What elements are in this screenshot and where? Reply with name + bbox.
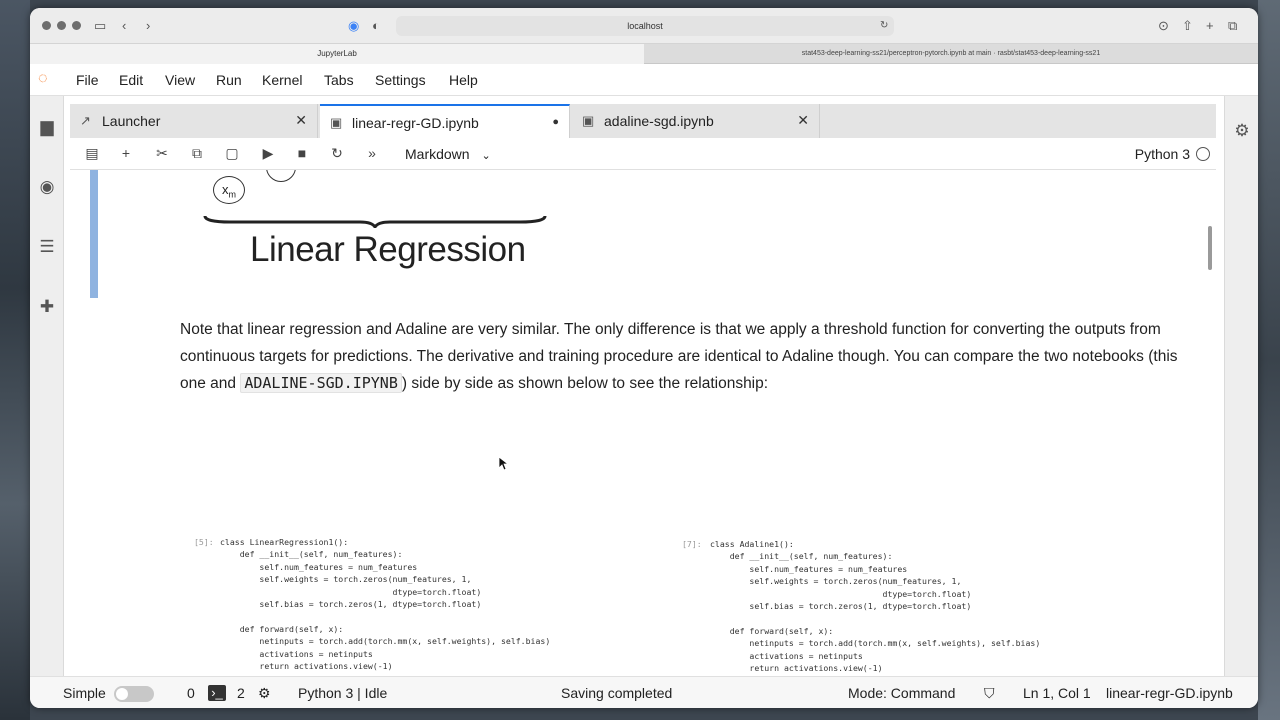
reload-icon[interactable]: ↻ — [880, 17, 888, 35]
diagram-title: Linear Regression — [250, 230, 526, 269]
menu-file[interactable]: File — [76, 72, 99, 88]
browser-tab-label: stat453-deep-learning-ss21/perceptron-py… — [801, 50, 1101, 57]
save-status: Saving completed — [561, 685, 673, 701]
menu-help[interactable]: Help — [449, 72, 478, 88]
code-image-right: class Adaline1(): def __init__(self, num… — [710, 539, 1041, 674]
restart-icon[interactable]: ↻ — [327, 145, 347, 162]
tab-launcher[interactable]: ↗ Launcher ✕ — [70, 104, 318, 138]
download-icon[interactable]: ⊙ — [1158, 17, 1169, 35]
share-icon[interactable]: ⇧ — [1182, 17, 1193, 35]
shield-icon[interactable]: ◐ — [372, 17, 380, 35]
browser-window: ▭ ‹ › ◉ ◐ localhost ↻ ⊙ ⇧ + ⧉ JupyterLab… — [30, 8, 1258, 708]
back-icon[interactable]: ‹ — [122, 17, 126, 35]
jupyter-logo-icon: ◌ — [38, 70, 48, 87]
menu-settings[interactable]: Settings — [375, 72, 426, 88]
tab-adaline-sgd[interactable]: ▣ adaline-sgd.ipynb ✕ — [572, 104, 820, 138]
run-all-icon[interactable]: » — [362, 145, 382, 161]
status-bar: Simple 0 ›_ 2 ⚙ Python 3 | Idle Saving c… — [30, 676, 1258, 708]
brace-shape — [203, 215, 547, 228]
new-tab-icon[interactable]: + — [1206, 17, 1214, 35]
kernel-status[interactable]: Python 3 | Idle — [298, 685, 387, 701]
current-filename: linear-regr-GD.ipynb — [1106, 685, 1233, 701]
url-text: localhost — [627, 21, 663, 31]
diagram-node-shape — [266, 170, 296, 182]
right-sidebar: ⚙ — [1224, 96, 1258, 676]
notebook-panel[interactable]: xm Linear Regression Note that linear re… — [70, 170, 1216, 676]
simple-mode-toggle[interactable] — [114, 686, 154, 702]
kernel-status-icon — [1196, 147, 1210, 161]
markdown-paragraph: Note that linear regression and Adaline … — [180, 316, 1180, 397]
simple-mode-label: Simple — [63, 685, 106, 701]
add-cell-icon[interactable]: + — [116, 145, 136, 161]
menu-kernel[interactable]: Kernel — [262, 72, 302, 88]
extension-icon[interactable]: ✚ — [36, 296, 58, 318]
desktop-background-left — [0, 0, 30, 720]
property-inspector-icon[interactable]: ⚙ — [1231, 120, 1253, 142]
paste-icon[interactable]: ▢ — [222, 145, 242, 162]
close-icon[interactable]: ✕ — [295, 112, 307, 129]
inline-code: adaline-sgd.ipynb — [240, 373, 402, 393]
desktop-background-right — [1258, 0, 1280, 720]
menu-edit[interactable]: Edit — [119, 72, 143, 88]
diagram-node-subscript: m — [228, 189, 237, 200]
terminal-icon[interactable]: ›_ — [208, 685, 226, 701]
mouse-cursor-icon — [498, 456, 510, 471]
running-icon[interactable]: ◉ — [36, 176, 58, 198]
chevron-down-icon: ⌄ — [481, 150, 491, 162]
notebook-icon: ▣ — [582, 113, 595, 128]
close-icon[interactable]: ✕ — [797, 112, 809, 129]
trusted-shield-icon[interactable]: ⛉ — [984, 685, 995, 702]
table-of-contents-icon[interactable]: ☰ — [36, 236, 58, 258]
paragraph-text: ) side by side as shown below to see the… — [401, 375, 769, 392]
minimize-window-button[interactable] — [57, 21, 66, 30]
save-icon[interactable]: ▤ — [82, 145, 102, 162]
code-prompt-left: [5]: — [194, 537, 214, 547]
privacy-icon[interactable]: ◉ — [348, 17, 359, 35]
copy-icon[interactable]: ⧉ — [187, 145, 207, 162]
kernel-chip-icon[interactable]: ⚙ — [258, 685, 271, 702]
menu-bar: ◌ File Edit View Run Kernel Tabs Setting… — [30, 64, 1258, 96]
notebook-mode: Mode: Command — [848, 685, 956, 701]
cut-icon[interactable]: ✂ — [152, 145, 172, 162]
zoom-window-button[interactable] — [72, 21, 81, 30]
menu-view[interactable]: View — [165, 72, 195, 88]
active-cell-indicator — [90, 170, 98, 298]
stop-icon[interactable]: ■ — [292, 145, 312, 161]
tab-linear-regr-gd[interactable]: ▣ linear-regr-GD.ipynb ● — [320, 104, 570, 138]
forward-icon[interactable]: › — [146, 17, 150, 35]
tab-overview-icon[interactable]: ⧉ — [1228, 17, 1237, 35]
tab-label: linear-regr-GD.ipynb — [352, 115, 479, 131]
cursor-position[interactable]: Ln 1, Col 1 — [1023, 685, 1091, 701]
unsaved-dot-icon[interactable]: ● — [552, 116, 559, 128]
cell-type-value: Markdown — [405, 146, 470, 162]
kernel-name[interactable]: Python 3 — [1135, 146, 1190, 162]
notebook-toolbar: ▤ + ✂ ⧉ ▢ ▶ ■ ↻ » Markdown ⌄ Python 3 — [70, 138, 1216, 170]
launcher-icon: ↗ — [80, 113, 91, 128]
notebook-icon: ▣ — [330, 115, 343, 130]
menu-run[interactable]: Run — [216, 72, 242, 88]
code-image-left: class LinearRegression1(): def __init__(… — [220, 537, 551, 672]
toggle-knob — [116, 688, 128, 700]
tab-label: Launcher — [102, 113, 161, 129]
code-prompt-right: [7]: — [682, 539, 702, 549]
close-window-button[interactable] — [42, 21, 51, 30]
kernel-count: 2 — [237, 685, 245, 701]
cell-type-dropdown[interactable]: Markdown ⌄ — [405, 146, 491, 162]
browser-tab-label: JupyterLab — [317, 49, 357, 58]
left-sidebar: ▆ ◉ ☰ ✚ — [30, 96, 64, 676]
browser-toolbar: ▭ ‹ › ◉ ◐ localhost ↻ ⊙ ⇧ + ⧉ — [30, 8, 1258, 44]
folder-icon[interactable]: ▆ — [36, 116, 58, 138]
terminal-count: 0 — [187, 685, 195, 701]
run-icon[interactable]: ▶ — [258, 145, 278, 162]
browser-tab-jupyterlab[interactable]: JupyterLab — [30, 44, 644, 64]
scrollbar[interactable] — [1208, 226, 1212, 270]
browser-tab-github[interactable]: stat453-deep-learning-ss21/perceptron-py… — [644, 44, 1258, 64]
menu-tabs[interactable]: Tabs — [324, 72, 354, 88]
tab-label: adaline-sgd.ipynb — [604, 113, 714, 129]
browser-tab-strip: JupyterLab stat453-deep-learning-ss21/pe… — [30, 44, 1258, 64]
sidebar-toggle-icon[interactable]: ▭ — [94, 17, 106, 35]
diagram-node-xm: xm — [213, 176, 245, 204]
document-tab-bar: ↗ Launcher ✕ ▣ linear-regr-GD.ipynb ● ▣ … — [70, 104, 1216, 138]
address-bar[interactable]: localhost — [396, 16, 894, 36]
